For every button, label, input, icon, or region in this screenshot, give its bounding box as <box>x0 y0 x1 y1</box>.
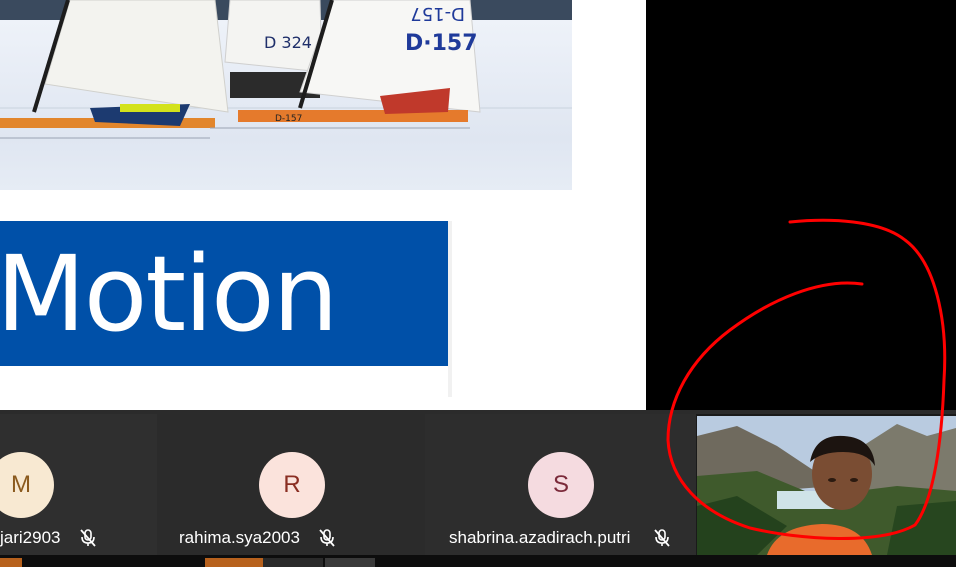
sail-label-3: D·157 <box>405 31 478 56</box>
avatar: M <box>0 452 54 518</box>
toolbar-segment[interactable] <box>205 558 263 567</box>
toolbar-segment[interactable] <box>0 558 22 567</box>
camera-feed <box>697 416 956 555</box>
slide-title-banner: Motion <box>0 221 448 366</box>
toolbar-segment[interactable] <box>325 558 375 567</box>
participant-video-tile[interactable] <box>697 416 956 555</box>
bottom-toolbar <box>0 555 956 567</box>
slide-photo: D 324 D·157 D-157 D-157 <box>0 0 572 190</box>
participant-tile[interactable]: R rahima.sya2003 <box>157 414 425 555</box>
sail-label-2: D 324 <box>264 33 312 52</box>
participant-tile[interactable]: S shabrina.azadirach.putri <box>425 414 696 555</box>
participant-name: jari2903 <box>0 528 61 547</box>
sail-label-3b: D-157 <box>410 3 465 24</box>
shared-screen: D 324 D·157 D-157 D-157 Motion <box>0 0 646 410</box>
mic-off-icon <box>80 529 96 547</box>
slide-title: Motion <box>0 233 339 355</box>
avatar: R <box>259 452 325 518</box>
participant-name: shabrina.azadirach.putri <box>449 528 631 547</box>
mic-off-icon <box>319 529 335 547</box>
mic-off-icon <box>654 529 670 547</box>
participant-name: rahima.sya2003 <box>179 528 300 547</box>
toolbar-segment[interactable] <box>263 558 323 567</box>
participant-tile[interactable]: M jari2903 <box>0 414 157 555</box>
avatar: S <box>528 452 594 518</box>
hull-label: D-157 <box>275 114 302 124</box>
